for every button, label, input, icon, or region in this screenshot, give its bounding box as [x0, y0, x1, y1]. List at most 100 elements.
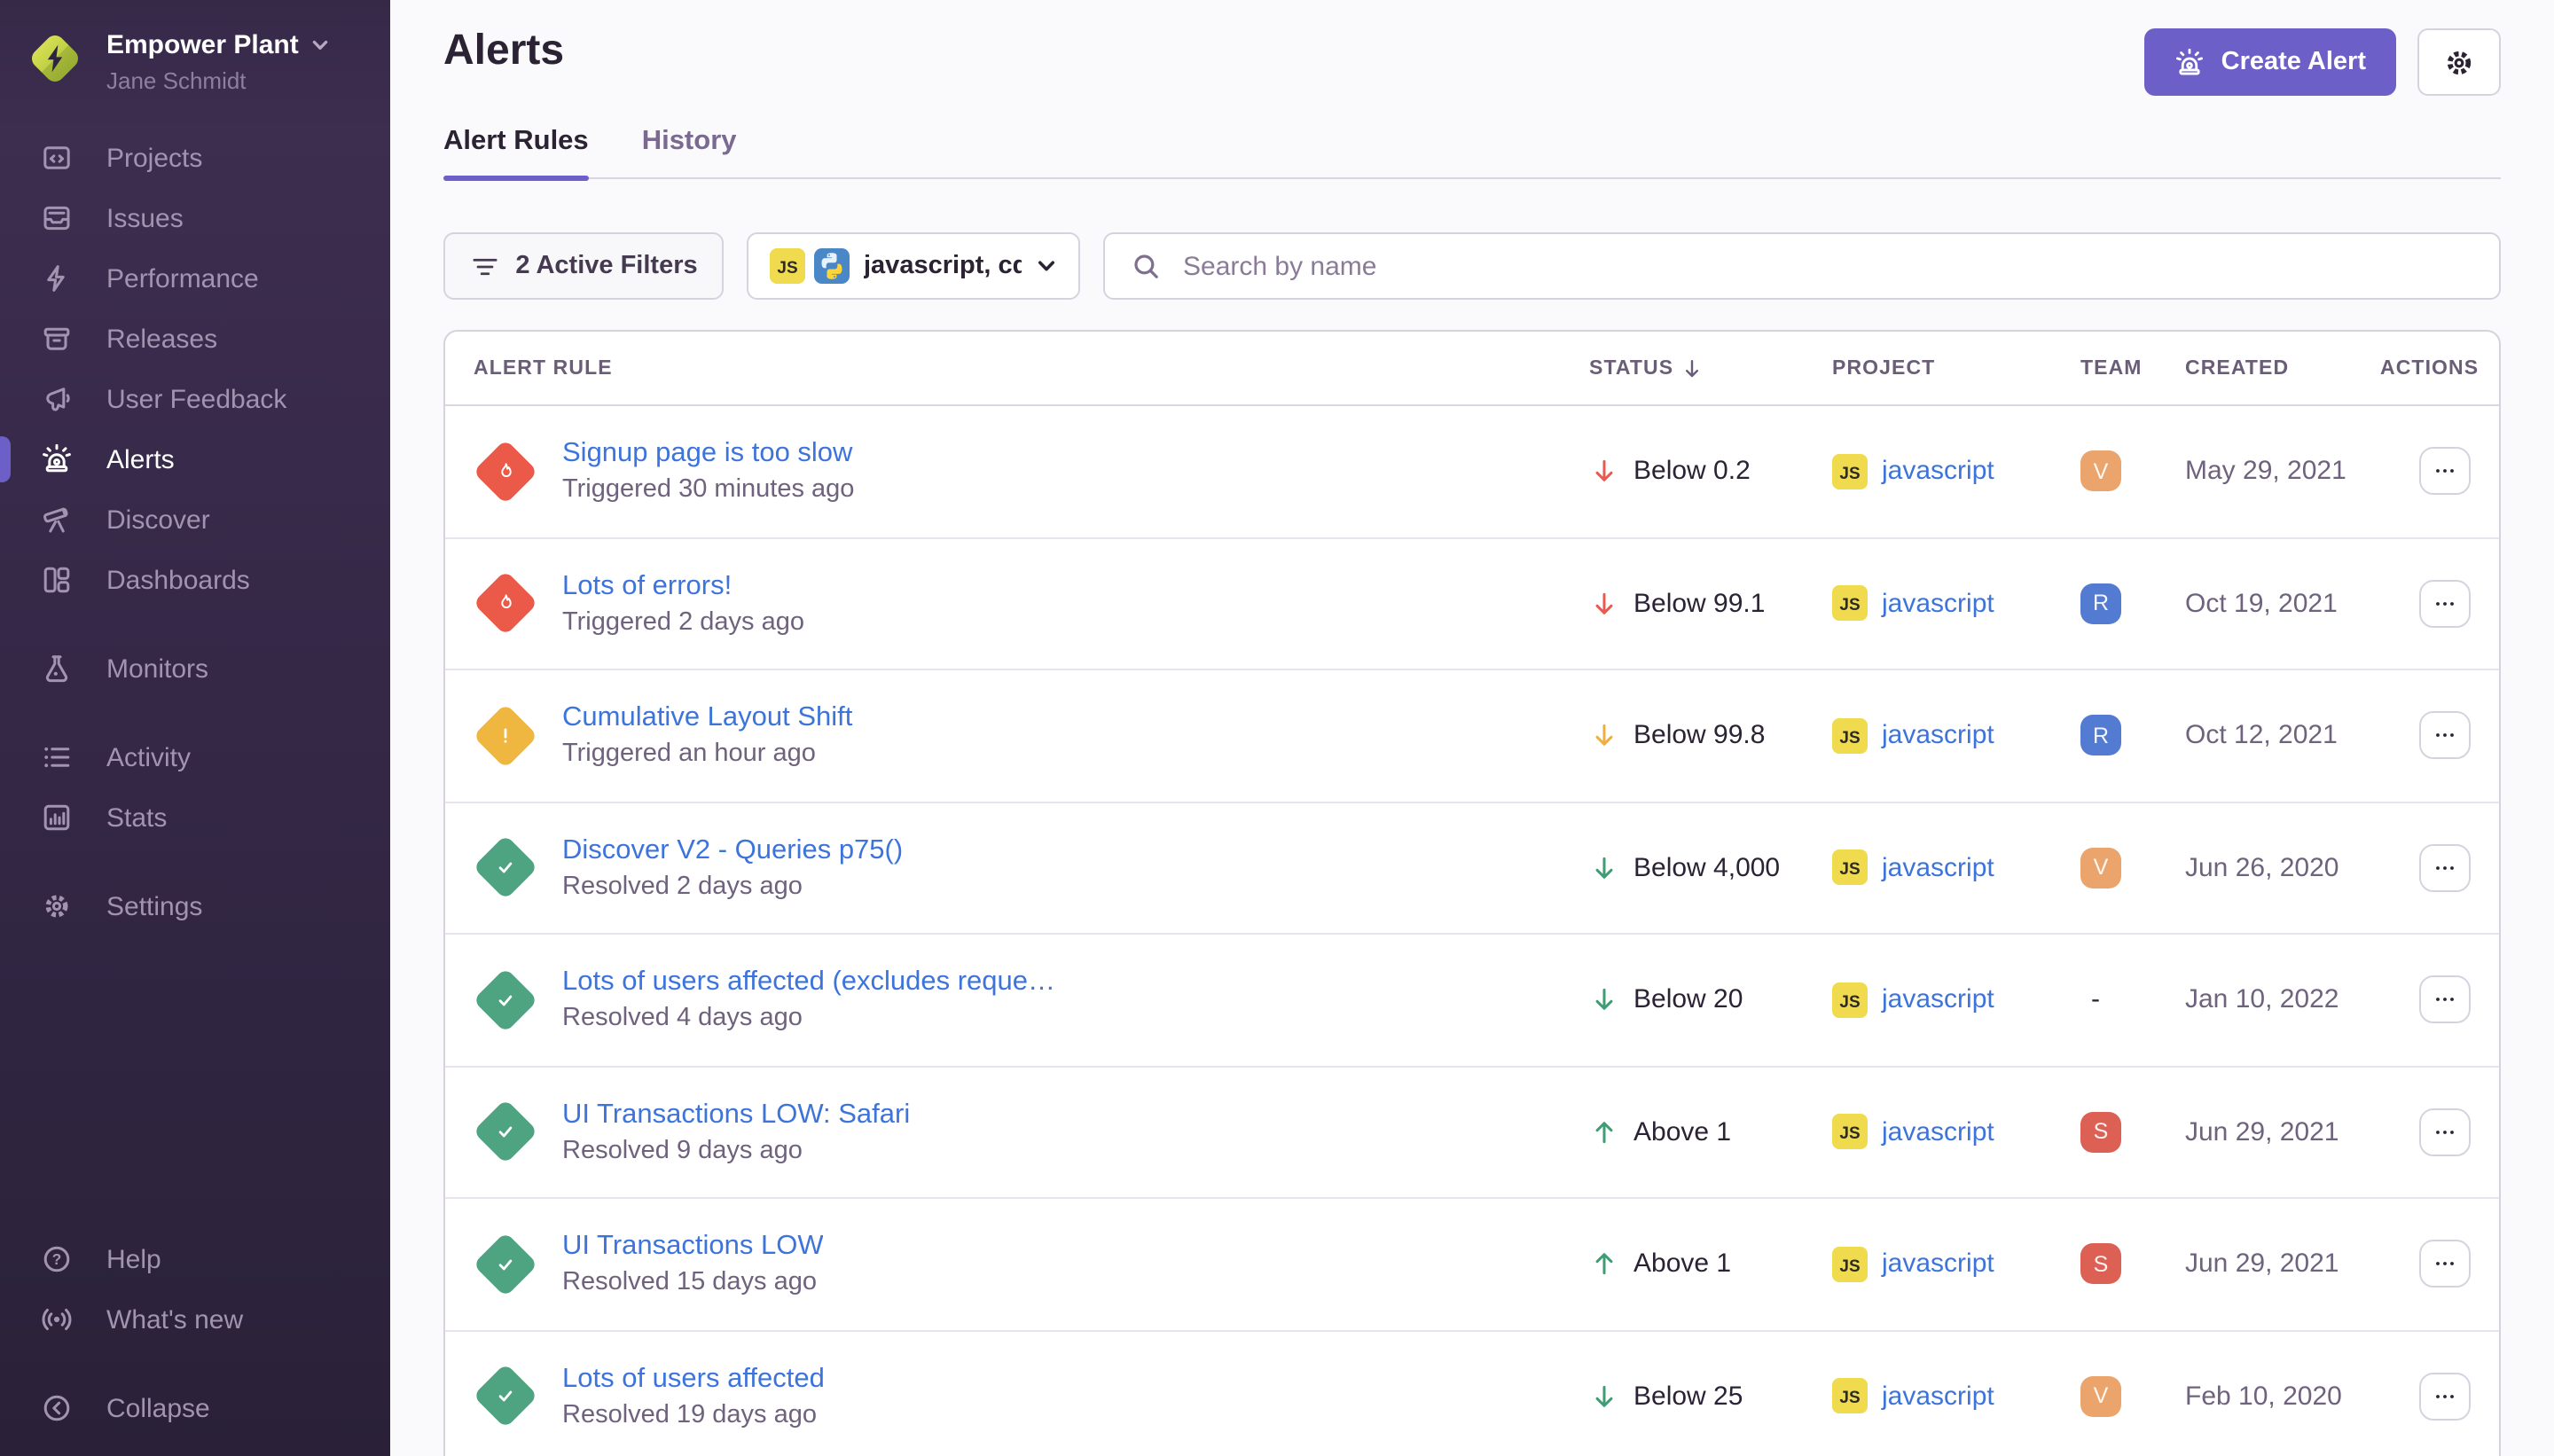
project-link[interactable]: javascript: [1882, 985, 1994, 1015]
dashboards-icon: [41, 564, 73, 596]
arrow-down-icon: [1589, 589, 1619, 619]
alert-rule-link[interactable]: Lots of users affected (excludes reque…: [562, 967, 1055, 999]
sidebar-item-stats[interactable]: Stats: [0, 787, 390, 848]
column-header-created[interactable]: Created: [2185, 357, 2380, 379]
alert-rule-link[interactable]: Cumulative Layout Shift: [562, 703, 852, 735]
rule-text: UI Transactions LOW Resolved 15 days ago: [562, 1232, 824, 1297]
alert-rule-link[interactable]: Signup page is too slow: [562, 439, 854, 471]
status-value: Below 4,000: [1633, 853, 1780, 883]
create-alert-label: Create Alert: [2221, 48, 2366, 76]
sidebar-nav: Projects Issues PerformanceReleases User Fe…: [0, 128, 390, 936]
column-header-team[interactable]: Team: [2080, 357, 2185, 379]
search-input[interactable]: [1179, 249, 2474, 283]
team-cell: R: [2080, 583, 2185, 624]
alerts-settings-button[interactable]: [2417, 28, 2501, 96]
alert-rule-link[interactable]: UI Transactions LOW: [562, 1232, 824, 1264]
project-cell: JS javascript: [1832, 982, 2080, 1018]
alert-rule-subtitle: Resolved 9 days ago: [562, 1137, 910, 1165]
row-actions-button[interactable]: [2419, 1373, 2471, 1421]
row-actions-button[interactable]: [2419, 712, 2471, 760]
sidebar-group: Settings: [0, 876, 390, 936]
column-header-project[interactable]: Project: [1832, 357, 2080, 379]
project-link[interactable]: javascript: [1882, 853, 1994, 883]
column-label: Status: [1589, 357, 1673, 379]
alert-rule-link[interactable]: UI Transactions LOW: Safari: [562, 1100, 910, 1131]
row-actions-button[interactable]: [2419, 976, 2471, 1024]
sidebar-item-collapse[interactable]: Collapse: [0, 1378, 390, 1438]
created-cell: Jan 10, 2022: [2185, 985, 2380, 1015]
sidebar-item-label: Projects: [106, 143, 202, 173]
exclamation-icon: [493, 724, 518, 748]
releases-icon: [41, 323, 73, 355]
sidebar-item-dashboards[interactable]: Dashboards: [0, 550, 390, 610]
project-cell: JS javascript: [1832, 850, 2080, 886]
status-value: Below 99.1: [1633, 589, 1765, 619]
sidebar-item-user-feedback[interactable]: User Feedback: [0, 369, 390, 429]
row-actions-button[interactable]: [2419, 1241, 2471, 1288]
status-value: Below 99.8: [1633, 721, 1765, 751]
alert-rule-link[interactable]: Discover V2 - Queries p75(): [562, 835, 903, 867]
team-cell: S: [2080, 1244, 2185, 1285]
sidebar-item-discover[interactable]: Discover: [0, 489, 390, 550]
sidebar-item-label: Issues: [106, 203, 184, 233]
sidebar-item-help[interactable]: ?Help: [0, 1229, 390, 1289]
project-link[interactable]: javascript: [1882, 457, 1994, 487]
javascript-icon: JS: [1832, 982, 1868, 1018]
column-header-actions[interactable]: Actions: [2380, 357, 2499, 379]
alert-rule-subtitle: Resolved 15 days ago: [562, 1269, 824, 1297]
dots-icon: [2432, 1383, 2458, 1410]
tab-alert-rules[interactable]: Alert Rules: [443, 126, 589, 177]
org-switcher[interactable]: Empower Plant Jane Schmidt: [0, 0, 390, 128]
column-header-status[interactable]: Status: [1589, 357, 1832, 379]
svg-text:JS: JS: [1839, 465, 1860, 483]
help-icon: ?: [41, 1243, 73, 1275]
empower-plant-logo: [25, 28, 85, 89]
alert-rule-cell: Lots of users affectedResolved 19 days a…: [445, 1361, 1589, 1432]
alert-rule-link[interactable]: Lots of errors!: [562, 571, 804, 603]
sidebar-item-what-s-new[interactable]: What's new: [0, 1289, 390, 1350]
column-header-alert-rule[interactable]: Alert Rule: [445, 357, 1589, 379]
created-cell: Oct 12, 2021: [2185, 721, 2380, 751]
page-title: Alerts: [443, 27, 564, 76]
arrow-up-icon: [1589, 1117, 1619, 1147]
severity-diamond: [470, 833, 541, 904]
rule-text: Lots of users affected (excludes reque…R…: [562, 967, 1055, 1033]
table-row: Discover V2 - Queries p75()Resolved 2 da…: [445, 802, 2499, 935]
active-filters-button[interactable]: 2 Active Filters: [443, 232, 724, 300]
row-actions-button[interactable]: [2419, 844, 2471, 892]
team-avatar: V: [2080, 1376, 2121, 1417]
project-link[interactable]: javascript: [1882, 1249, 1994, 1280]
team-cell: V: [2080, 1376, 2185, 1417]
python-icon: [814, 248, 850, 284]
create-alert-button[interactable]: Create Alert: [2145, 28, 2396, 96]
table-row: Cumulative Layout ShiftTriggered an hour…: [445, 670, 2499, 802]
sidebar-item-settings[interactable]: Settings: [0, 876, 390, 936]
sidebar-item-activity[interactable]: Activity: [0, 727, 390, 787]
sidebar-item-releases[interactable]: Releases: [0, 309, 390, 369]
project-selector[interactable]: JS javascript, cdc: [747, 232, 1080, 300]
sidebar-item-issues[interactable]: Issues: [0, 188, 390, 248]
project-link[interactable]: javascript: [1882, 1382, 1994, 1412]
project-link[interactable]: javascript: [1882, 1117, 1994, 1147]
actions-cell: [2380, 1373, 2499, 1421]
alert-rule-link[interactable]: Lots of users affected: [562, 1364, 825, 1396]
issues-icon: [41, 202, 73, 234]
sidebar-group: Projects Issues PerformanceReleases User Fe…: [0, 128, 390, 610]
sidebar-item-monitors[interactable]: Monitors: [0, 638, 390, 699]
project-link[interactable]: javascript: [1882, 721, 1994, 751]
row-actions-button[interactable]: [2419, 448, 2471, 496]
row-actions-button[interactable]: [2419, 1108, 2471, 1156]
javascript-icon: JS: [1832, 454, 1868, 489]
sidebar-item-performance[interactable]: Performance: [0, 248, 390, 309]
alert-rule-cell: Discover V2 - Queries p75()Resolved 2 da…: [445, 833, 1589, 904]
project-link[interactable]: javascript: [1882, 589, 1994, 619]
tab-history[interactable]: History: [642, 126, 737, 177]
sidebar-item-label: Collapse: [106, 1393, 210, 1423]
sidebar-item-projects[interactable]: Projects: [0, 128, 390, 188]
row-actions-button[interactable]: [2419, 580, 2471, 628]
svg-text:JS: JS: [1839, 861, 1860, 880]
sidebar-item-alerts[interactable]: Alerts: [0, 429, 390, 489]
sidebar-item-label: User Feedback: [106, 384, 286, 414]
svg-text:JS: JS: [1839, 729, 1860, 748]
team-cell: R: [2080, 716, 2185, 756]
